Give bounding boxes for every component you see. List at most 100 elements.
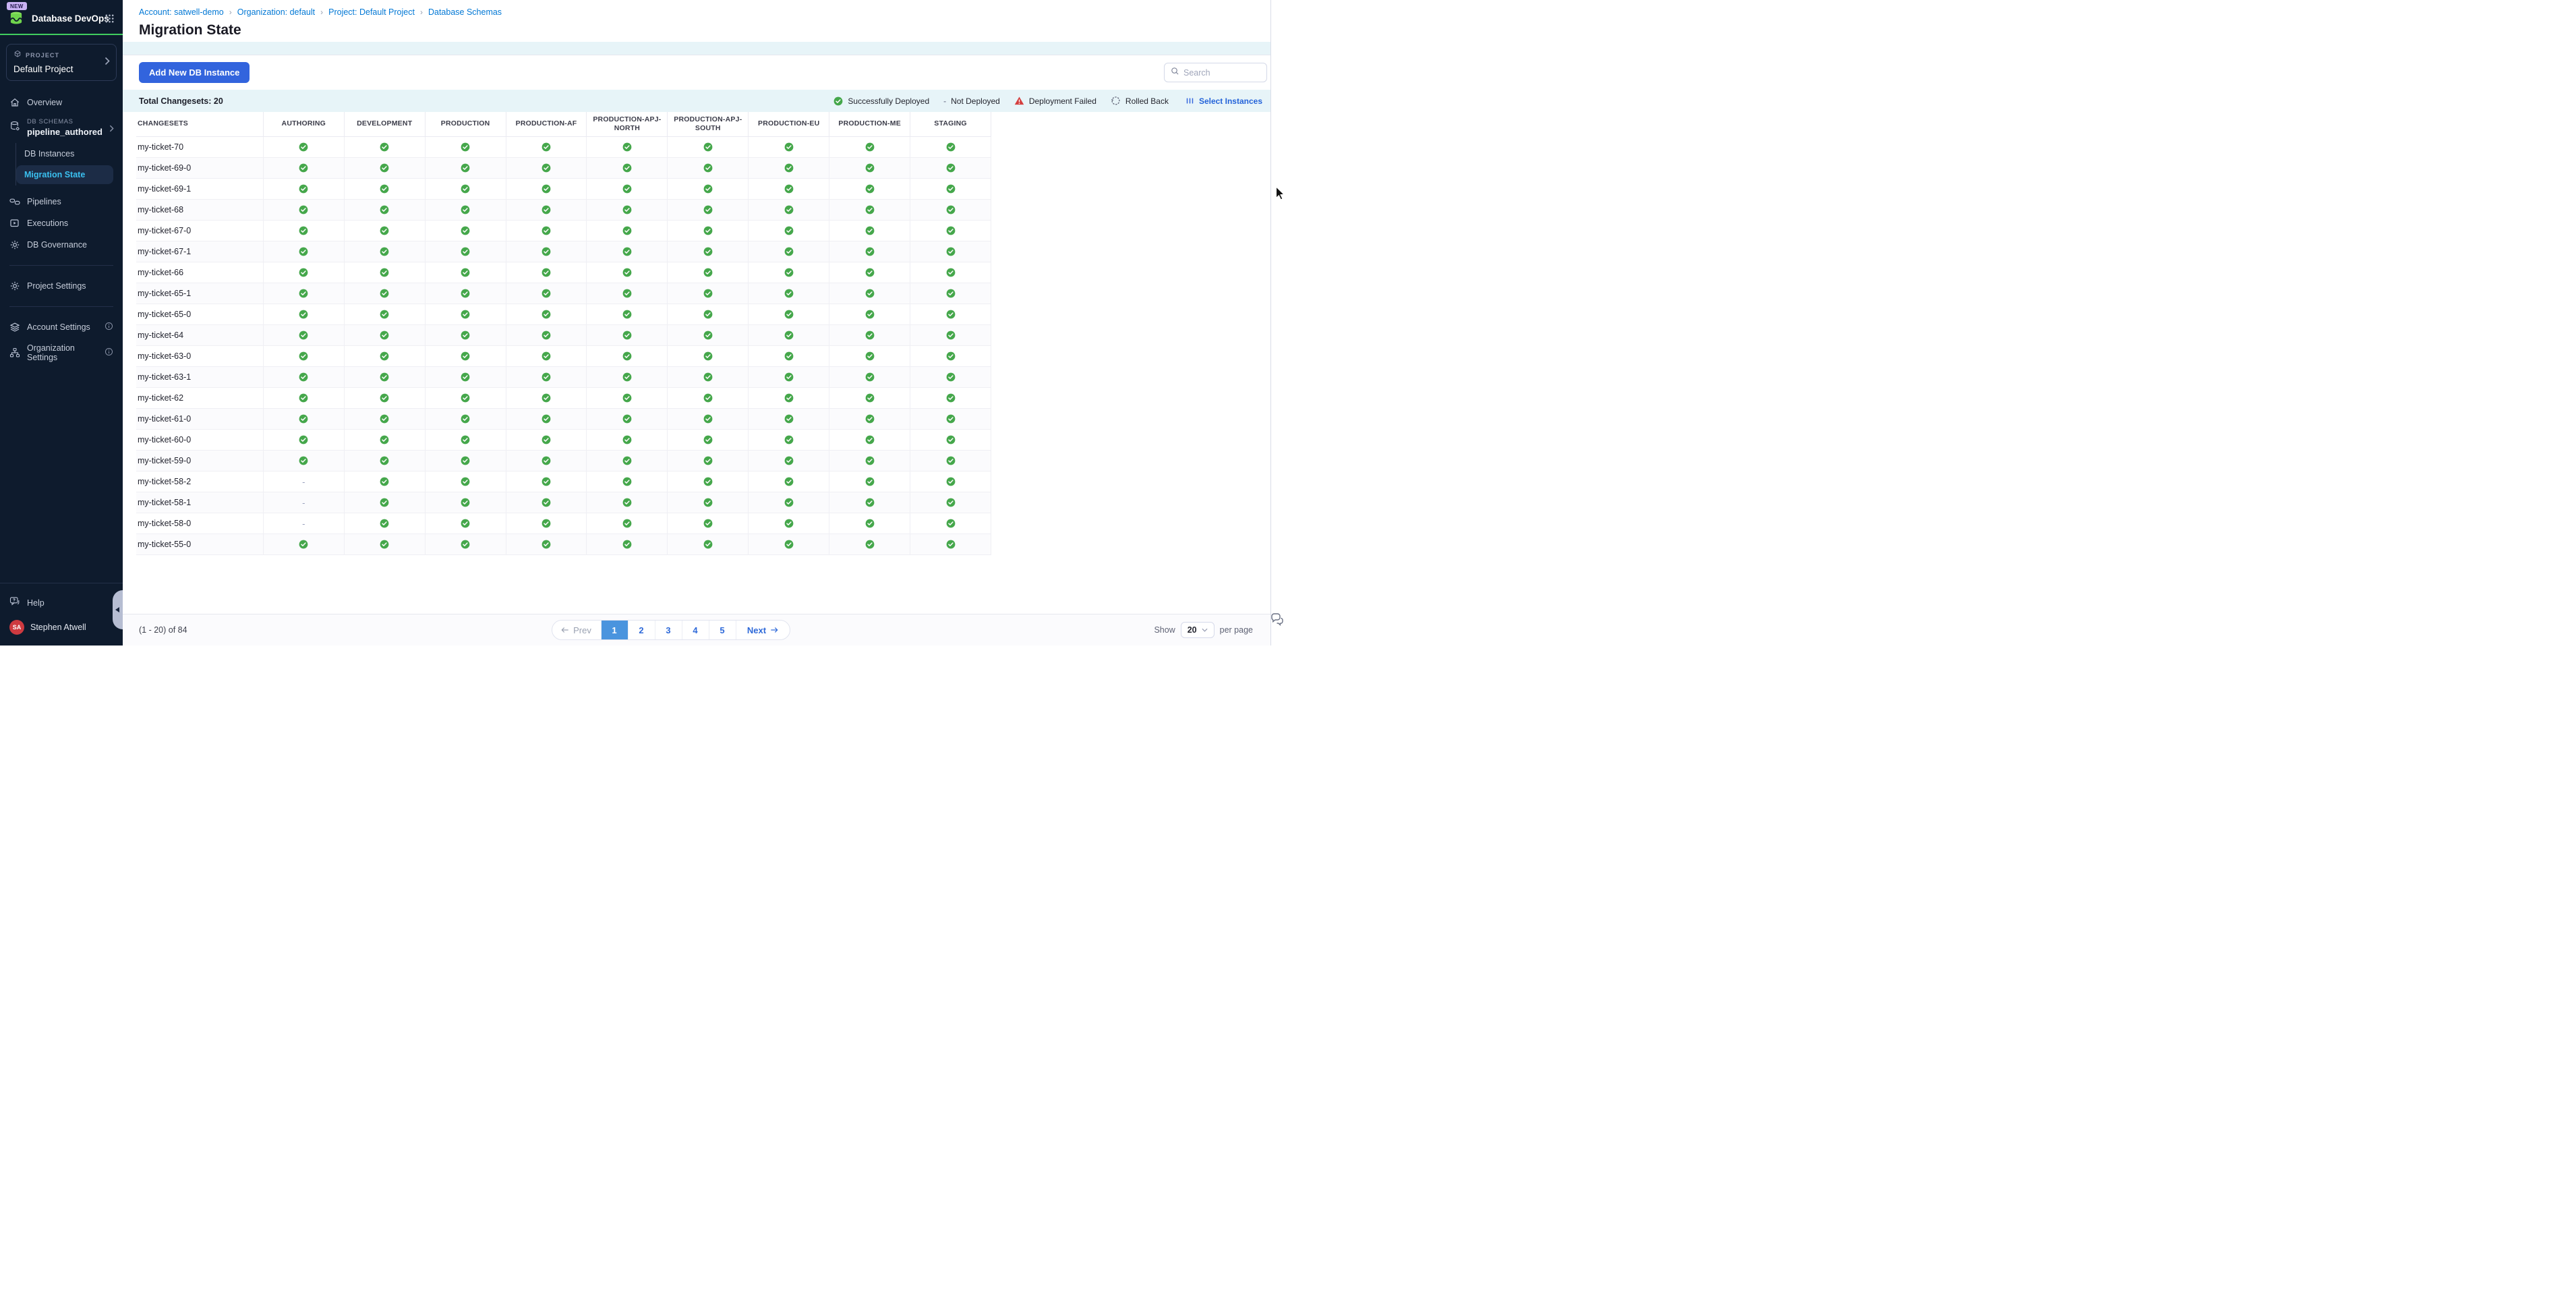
check-circle-icon: [946, 456, 956, 465]
status-successfully-deployed: [748, 534, 829, 554]
check-circle-icon: [299, 435, 308, 444]
sidebar-item-migration-state[interactable]: Migration State: [16, 165, 113, 184]
table-row[interactable]: my-ticket-67-0: [136, 221, 991, 241]
status-successfully-deployed: [910, 388, 991, 408]
table-row[interactable]: my-ticket-70: [136, 137, 991, 158]
scrollbar-gutter[interactable]: [1270, 0, 1288, 646]
sidebar-item-db-schemas[interactable]: DB SCHEMAS pipeline_authored: [0, 113, 123, 140]
sidebar-item-organization-settings[interactable]: Organization Settings: [0, 338, 123, 368]
select-instances-button[interactable]: Select Instances: [1185, 96, 1262, 106]
page-button-5[interactable]: 5: [709, 621, 736, 639]
app-switcher-grid-icon[interactable]: [105, 13, 115, 27]
status-successfully-deployed: [667, 492, 748, 513]
page-button-1[interactable]: 1: [601, 621, 628, 639]
table-row[interactable]: my-ticket-65-1: [136, 283, 991, 304]
support-chat-icon[interactable]: [1270, 612, 1285, 631]
project-selector[interactable]: PROJECT Default Project: [6, 44, 117, 81]
status-successfully-deployed: [506, 304, 587, 324]
search-input[interactable]: [1183, 68, 1260, 78]
sidebar-item-db-instances[interactable]: DB Instances: [16, 144, 113, 163]
sidebar-item-executions[interactable]: Executions: [0, 212, 123, 234]
show-label: Show: [1154, 625, 1175, 635]
table-row[interactable]: my-ticket-61-0: [136, 409, 991, 430]
breadcrumb-account-link[interactable]: Account: satwell-demo: [139, 7, 224, 17]
status-successfully-deployed: [263, 200, 344, 220]
table-row[interactable]: my-ticket-63-1: [136, 367, 991, 388]
legend-label: Not Deployed: [951, 96, 1000, 106]
help-button[interactable]: Help: [0, 592, 123, 614]
table-row[interactable]: my-ticket-58-2-: [136, 471, 991, 492]
next-page-button[interactable]: Next: [736, 621, 790, 639]
info-circle-icon[interactable]: [105, 322, 113, 333]
check-circle-icon: [299, 372, 308, 382]
status-successfully-deployed: [829, 262, 910, 283]
sidebar-item-account-settings[interactable]: Account Settings: [0, 316, 123, 338]
status-successfully-deployed: [344, 471, 425, 492]
status-successfully-deployed: [263, 388, 344, 408]
table-row[interactable]: my-ticket-63-0: [136, 346, 991, 367]
status-successfully-deployed: [748, 430, 829, 450]
status-successfully-deployed: [263, 221, 344, 241]
check-circle-icon: [461, 351, 470, 361]
status-successfully-deployed: [829, 451, 910, 471]
status-successfully-deployed: [586, 325, 667, 345]
table-row[interactable]: my-ticket-66: [136, 262, 991, 283]
status-successfully-deployed: [910, 325, 991, 345]
prev-page-button[interactable]: Prev: [552, 621, 601, 639]
status-successfully-deployed: [910, 179, 991, 199]
status-successfully-deployed: [910, 409, 991, 429]
sidebar-collapse-handle[interactable]: [113, 590, 123, 629]
sidebar-item-project-settings[interactable]: Project Settings: [0, 275, 123, 297]
table-row[interactable]: my-ticket-59-0: [136, 451, 991, 471]
user-menu[interactable]: SA Stephen Atwell: [0, 614, 123, 639]
table-row[interactable]: my-ticket-62: [136, 388, 991, 409]
table-row[interactable]: my-ticket-65-0: [136, 304, 991, 325]
page-size-group: Show 20 per page: [1154, 622, 1253, 638]
page-button-2[interactable]: 2: [628, 621, 655, 639]
executions-icon: [9, 218, 20, 229]
status-successfully-deployed: [506, 262, 587, 283]
table-row[interactable]: my-ticket-69-0: [136, 158, 991, 179]
table-row[interactable]: my-ticket-55-0: [136, 534, 991, 555]
status-successfully-deployed: [425, 451, 506, 471]
breadcrumb: Account: satwell-demo › Organization: de…: [139, 7, 1254, 17]
table-row[interactable]: my-ticket-69-1: [136, 179, 991, 200]
check-circle-icon: [865, 477, 875, 486]
status-successfully-deployed: [748, 492, 829, 513]
pipelines-icon: [9, 196, 20, 207]
status-successfully-deployed: [586, 451, 667, 471]
per-page-label: per page: [1220, 625, 1253, 635]
table-row[interactable]: my-ticket-60-0: [136, 430, 991, 451]
sidebar-item-overview[interactable]: Overview: [0, 92, 123, 113]
status-successfully-deployed: [667, 409, 748, 429]
table-row[interactable]: my-ticket-58-0-: [136, 513, 991, 534]
check-circle-icon: [865, 498, 875, 507]
add-db-instance-button[interactable]: Add New DB Instance: [139, 62, 250, 83]
page-title: Migration State: [139, 22, 1254, 38]
breadcrumb-organization-link[interactable]: Organization: default: [237, 7, 315, 17]
table-row[interactable]: my-ticket-68: [136, 200, 991, 221]
check-circle-icon: [784, 184, 794, 194]
page-button-3[interactable]: 3: [655, 621, 682, 639]
info-circle-icon[interactable]: [105, 347, 113, 358]
breadcrumb-project-link[interactable]: Project: Default Project: [328, 7, 415, 17]
table-row[interactable]: my-ticket-58-1-: [136, 492, 991, 513]
table-row[interactable]: my-ticket-67-1: [136, 241, 991, 262]
check-circle-icon: [380, 163, 389, 173]
table-row[interactable]: my-ticket-64: [136, 325, 991, 346]
check-circle-icon: [380, 540, 389, 549]
page-button-4[interactable]: 4: [682, 621, 709, 639]
check-circle-icon: [461, 393, 470, 403]
check-circle-icon: [541, 372, 551, 382]
check-circle-icon: [865, 331, 875, 340]
sidebar-item-db-governance[interactable]: DB Governance: [0, 234, 123, 256]
breadcrumb-database-schemas-link[interactable]: Database Schemas: [428, 7, 502, 17]
changeset-name: my-ticket-64: [136, 325, 263, 345]
status-successfully-deployed: [829, 492, 910, 513]
sidebar-item-pipelines[interactable]: Pipelines: [0, 191, 123, 212]
check-circle-icon: [703, 477, 713, 486]
page-size-dropdown[interactable]: 20: [1181, 622, 1214, 638]
avatar: SA: [9, 620, 24, 635]
page-header: Account: satwell-demo › Organization: de…: [123, 0, 1270, 42]
check-circle-icon: [299, 310, 308, 319]
